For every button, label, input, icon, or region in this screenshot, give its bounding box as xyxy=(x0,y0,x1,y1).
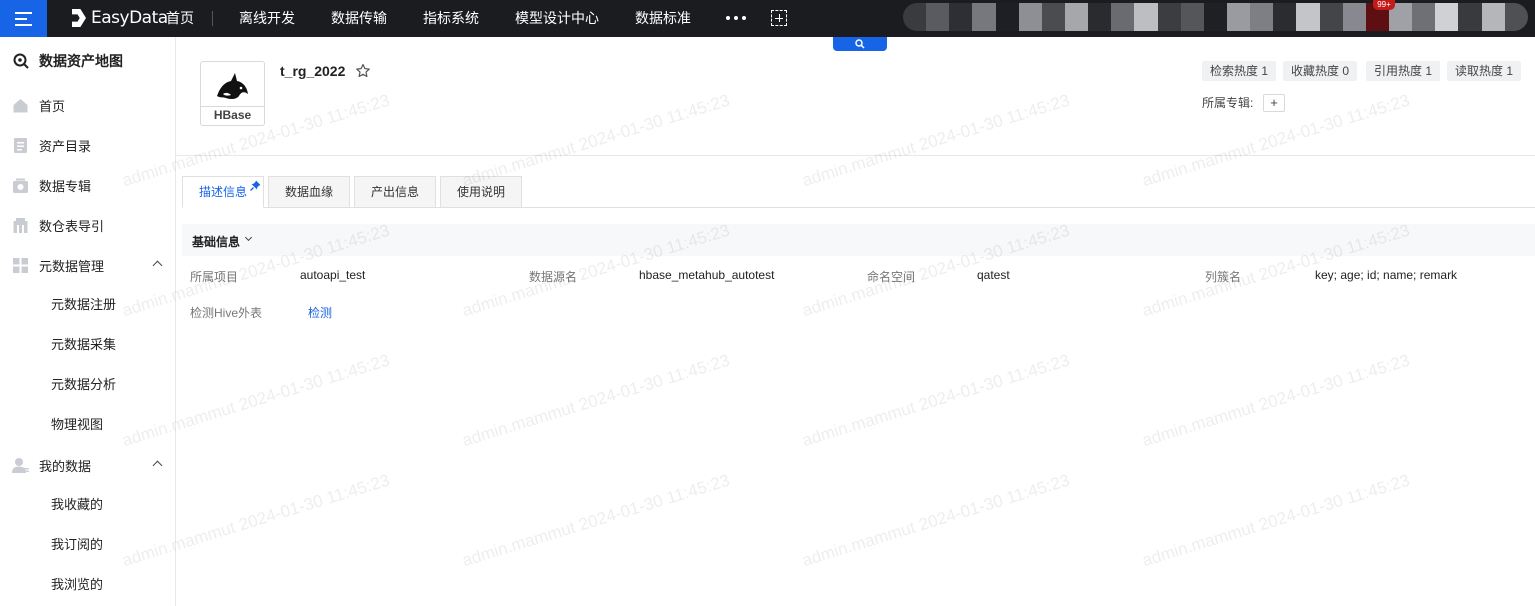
sidebar-header: 数据资产地图 xyxy=(0,37,175,85)
tab-description[interactable]: 描述信息 xyxy=(182,176,264,208)
watermark: admin.mammut 2024-01-30 11:45:23 xyxy=(460,470,732,571)
blurred-user-area[interactable] xyxy=(903,3,1528,31)
tab-output-info[interactable]: 产出信息 xyxy=(354,176,436,208)
search-icon xyxy=(855,39,865,49)
watermark: admin.mammut 2024-01-30 11:45:23 xyxy=(800,90,1072,191)
watermark: admin.mammut 2024-01-30 11:45:23 xyxy=(1140,470,1412,571)
field-value-namespace: qatest xyxy=(977,268,1010,282)
field-value-datasource: hbase_metahub_autotest xyxy=(639,268,775,282)
tab-label: 描述信息 xyxy=(198,185,247,199)
logo-divider xyxy=(201,106,264,107)
star-icon[interactable] xyxy=(355,63,371,79)
menu-icon[interactable] xyxy=(0,0,47,37)
tab-lineage[interactable]: 数据血缘 xyxy=(268,176,350,208)
orca-icon xyxy=(217,73,248,100)
pin-icon[interactable] xyxy=(250,180,261,191)
sidebar-item-metadata-management[interactable]: 元数据管理 xyxy=(0,245,175,285)
chevron-up-icon[interactable] xyxy=(152,460,163,471)
top-navigation-bar: EasyData 首页 离线开发 数据传输 指标系统 模型设计中心 数据标准 9… xyxy=(0,0,1535,37)
sidebar-item-catalog[interactable]: 资产目录 xyxy=(0,125,175,165)
sidebar-subitem-my-favorites[interactable]: 我收藏的 xyxy=(51,485,103,525)
nav-metrics[interactable]: 指标系统 xyxy=(423,0,479,37)
home-icon xyxy=(13,98,28,112)
sidebar-item-label: 首页 xyxy=(39,98,66,114)
hbase-logo: HBase xyxy=(200,61,265,126)
table-name: t_rg_2022 xyxy=(280,63,346,79)
app-logo-text: EasyData xyxy=(91,8,168,28)
field-label-hive-check: 检测Hive外表 xyxy=(190,306,263,320)
warehouse-icon xyxy=(13,217,28,233)
watermark: admin.mammut 2024-01-30 11:45:23 xyxy=(1140,350,1412,451)
field-value-project: autoapi_test xyxy=(300,268,366,282)
topic-label: 所属专辑: xyxy=(1202,96,1254,110)
chevron-up-icon[interactable] xyxy=(152,260,163,271)
tab-usage-notes[interactable]: 使用说明 xyxy=(440,176,522,208)
global-search-button[interactable] xyxy=(833,37,887,51)
sidebar-subitem-metadata-register[interactable]: 元数据注册 xyxy=(51,285,116,325)
sidebar-item-label: 数仓表导引 xyxy=(39,218,105,234)
watermark: admin.mammut 2024-01-30 11:45:23 xyxy=(460,350,732,451)
hive-check-link[interactable]: 检测 xyxy=(308,304,332,321)
sidebar-item-label: 我的数据 xyxy=(39,458,92,474)
field-label-namespace: 命名空间 xyxy=(867,270,916,284)
field-label-column-families: 列簇名 xyxy=(1205,270,1242,284)
sidebar-item-album[interactable]: 数据专辑 xyxy=(0,165,175,205)
field-label-project: 所属项目 xyxy=(190,270,239,284)
app-logo[interactable]: EasyData xyxy=(72,8,168,28)
user-icon xyxy=(12,457,29,473)
nav-data-standard[interactable]: 数据标准 xyxy=(635,0,691,37)
field-value-column-families: key; age; id; name; remark xyxy=(1315,268,1458,282)
header-divider xyxy=(176,155,1535,156)
nav-divider xyxy=(212,11,213,26)
sidebar-title: 数据资产地图 xyxy=(39,53,123,69)
nav-offline-dev[interactable]: 离线开发 xyxy=(239,0,295,37)
nav-home[interactable]: 首页 xyxy=(166,0,194,37)
sidebar-subitem-metadata-analysis[interactable]: 元数据分析 xyxy=(51,365,116,405)
watermark: admin.mammut 2024-01-30 11:45:23 xyxy=(800,350,1072,451)
field-label-datasource: 数据源名 xyxy=(529,270,578,284)
album-icon xyxy=(13,178,28,193)
reference-heat-badge: 引用热度 1 xyxy=(1366,61,1441,81)
sidebar-item-my-data[interactable]: 我的数据 xyxy=(0,445,175,485)
easydata-logo-icon xyxy=(72,9,86,27)
sidebar-item-label: 数据专辑 xyxy=(39,178,92,194)
chevron-down-icon xyxy=(244,233,253,242)
datasource-type-label: HBase xyxy=(213,108,252,122)
grid-icon xyxy=(13,257,28,273)
catalog-icon xyxy=(14,137,27,153)
sidebar-subitem-metadata-collect[interactable]: 元数据采集 xyxy=(51,325,116,365)
sidebar: 数据资产地图 首页 资产目录 数据专辑 数仓表导引 元数据管理 元数据注册 元数… xyxy=(0,37,176,606)
read-heat-badge: 读取热度 1 xyxy=(1447,61,1522,81)
sidebar-item-home[interactable]: 首页 xyxy=(0,85,175,125)
more-icon[interactable] xyxy=(726,16,746,20)
notification-badge: 99+ xyxy=(1373,0,1395,10)
nav-model-design[interactable]: 模型设计中心 xyxy=(515,0,599,37)
sidebar-subitem-my-subscriptions[interactable]: 我订阅的 xyxy=(51,525,103,565)
add-topic-button[interactable]: + xyxy=(1263,94,1285,112)
section-title: 基础信息 xyxy=(192,235,241,249)
basic-info-section-header[interactable]: 基础信息 xyxy=(182,224,1535,256)
search-heat-badge: 检索热度 1 xyxy=(1202,61,1277,81)
add-app-icon[interactable] xyxy=(771,10,787,26)
watermark: admin.mammut 2024-01-30 11:45:23 xyxy=(800,470,1072,571)
favorite-heat-badge: 收藏热度 0 xyxy=(1283,61,1358,81)
sidebar-item-label: 元数据管理 xyxy=(39,258,105,274)
sidebar-item-warehouse-guide[interactable]: 数仓表导引 xyxy=(0,205,175,245)
nav-data-transfer[interactable]: 数据传输 xyxy=(331,0,387,37)
sidebar-item-label: 资产目录 xyxy=(39,138,92,154)
sidebar-subitem-physical-view[interactable]: 物理视图 xyxy=(51,405,103,445)
sidebar-subitem-my-browsed[interactable]: 我浏览的 xyxy=(51,565,103,605)
data-map-icon xyxy=(13,53,29,69)
